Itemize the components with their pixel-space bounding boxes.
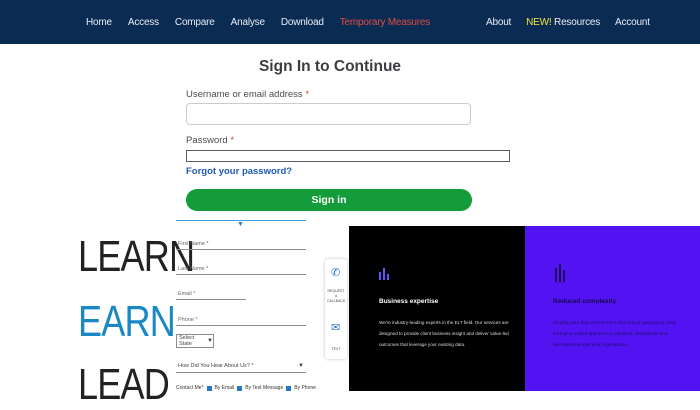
chevron-down-icon: ▼ [207,338,213,344]
panel-text: Simplify your data environment and reduc… [553,317,693,350]
phone-option-label: By Phone [294,385,316,391]
signin-title: Sign In to Continue [258,58,402,75]
bar-chart-icon [379,268,389,280]
nav-compare[interactable]: Compare [175,17,215,28]
feature-panel-complexity: Reduced complexity Simplify your data en… [525,226,700,391]
referral-select-value: How Did You Hear About Us? * [178,363,254,369]
last-name-field[interactable]: Last Name * [176,261,306,275]
username-label: Username or email address * [186,89,309,100]
password-label: Password * [186,135,234,146]
username-input[interactable] [186,103,471,125]
new-badge: NEW! [526,16,552,28]
panel-text-line: through a unified approach to pipelines,… [553,331,668,336]
state-select[interactable]: Select State ▼ [176,334,214,348]
nav-resources[interactable]: NEW! Resources [526,17,600,28]
nav-analyse[interactable]: Analyse [231,17,265,28]
referral-select[interactable]: How Did You Hear About Us? * ▼ [176,360,306,373]
panel-title: Reduced complexity [553,298,617,305]
callback-label[interactable]: REQUEST A CALLBACK [327,289,345,304]
contact-label: Contact Me* [176,385,204,391]
panel-text-line: designed to provide client business insi… [379,331,509,336]
nav-account[interactable]: Account [615,17,650,28]
required-marker: * [230,135,235,146]
phone-icon[interactable]: ✆ [331,266,340,279]
promo-lead: LEAD [78,360,170,409]
secondary-nav: About NEW! Resources Account [486,0,650,44]
panel-text-line: outcomes that leverage your existing dat… [379,342,466,347]
bars-icon [555,264,565,282]
panel-text-line: Simplify your data environment and reduc… [553,320,677,325]
phone-field[interactable]: Phone * [176,312,306,326]
first-name-field[interactable]: First Name * [176,236,306,250]
phone-checkbox[interactable] [286,385,292,391]
top-navigation-bar: Home Access Compare Analyse Download Tem… [0,0,700,44]
state-select-value: Select State [179,335,195,347]
username-label-text: Username or email address [186,89,303,100]
nav-about[interactable]: About [486,17,511,28]
email-checkbox[interactable] [206,385,212,391]
nav-resources-label: Resources [554,16,601,28]
forgot-password-link[interactable]: Forgot your password? [186,166,292,177]
text-label[interactable]: TEXT [327,347,345,352]
nav-home[interactable]: Home [86,17,112,28]
panel-title: Business expertise [379,298,439,305]
feature-panel-business: Business expertise We're industry-leadin… [349,226,525,391]
text-checkbox[interactable] [237,385,243,391]
nav-access[interactable]: Access [128,17,159,28]
panel-text-line: automation across your organisation. [553,342,629,347]
email-field[interactable]: Email * [176,286,246,300]
contact-widget: ✆ REQUEST A CALLBACK ✉ TEXT [325,259,347,359]
promo-earn: EARN [78,297,176,346]
panel-text: We're industry-leading experts in the EL… [379,317,519,350]
nav-download[interactable]: Download [281,17,324,28]
password-input[interactable] [186,150,510,162]
primary-nav: Home Access Compare Analyse Download Tem… [86,0,430,44]
nav-temporary-measures[interactable]: Temporary Measures [340,17,431,28]
chat-icon[interactable]: ✉ [331,321,340,334]
caret-down-icon: ▼ [237,221,244,228]
chevron-down-icon: ▼ [298,363,304,369]
panel-text-line: We're industry-leading experts in the EL… [379,320,509,325]
contact-preferences: Contact Me* By Email By Text Message By … [176,385,316,391]
password-label-text: Password [186,135,228,146]
email-option-label: By Email [214,385,235,391]
required-marker: * [305,89,310,100]
text-option-label: By Text Message [245,385,284,391]
signin-button[interactable]: Sign in [186,189,472,211]
